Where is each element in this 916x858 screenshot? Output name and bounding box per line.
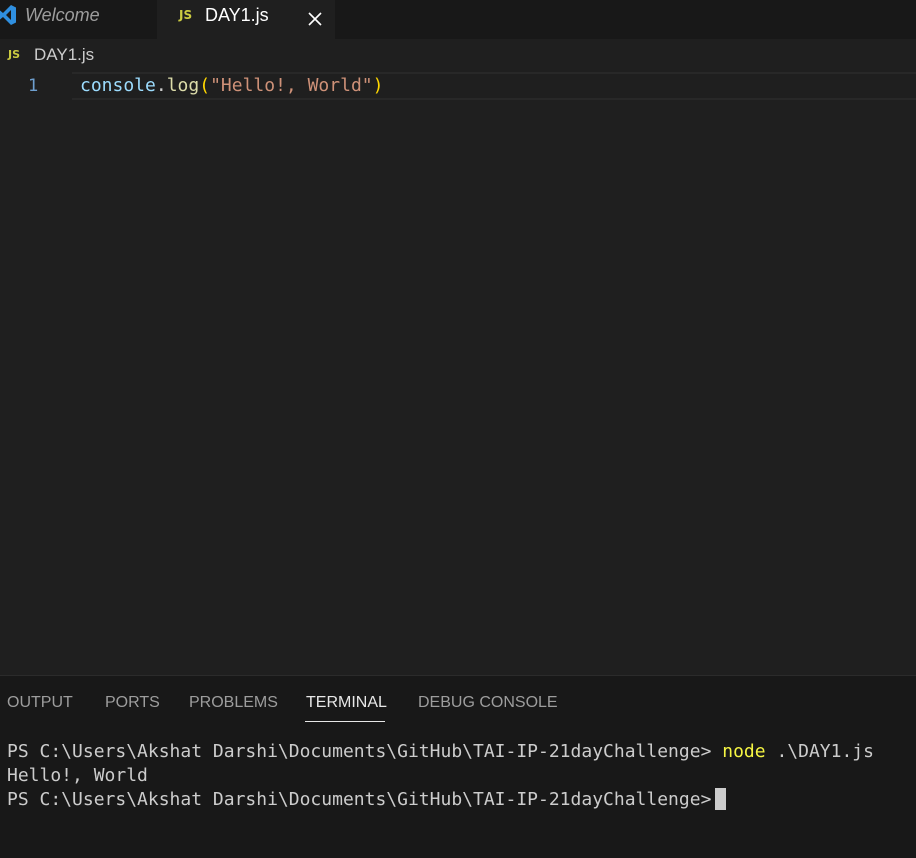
code-editor[interactable]: 1 console.log("Hello!, World") [0, 72, 916, 672]
tab-day1-js[interactable]: JS DAY1.js [157, 0, 335, 39]
tab-ports[interactable]: PORTS [105, 694, 160, 712]
code-token-method: log [166, 75, 200, 96]
terminal-line-3: PS C:\Users\Akshat Darshi\Documents\GitH… [7, 788, 912, 812]
bottom-panel: OUTPUT PORTS PROBLEMS TERMINAL DEBUG CON… [0, 675, 916, 858]
tab-output[interactable]: OUTPUT [7, 694, 73, 712]
code-token-string: "Hello!, World" [210, 75, 373, 96]
breadcrumb-file[interactable]: DAY1.js [34, 45, 94, 65]
close-icon[interactable] [307, 11, 323, 27]
terminal-command-args: .\DAY1.js [765, 741, 874, 762]
code-token-dot: . [155, 75, 167, 96]
editor-tab-bar: Welcome JS DAY1.js [0, 0, 916, 39]
tab-day1-js-label: DAY1.js [205, 5, 269, 25]
terminal-prompt: PS C:\Users\Akshat Darshi\Documents\GitH… [7, 789, 712, 810]
tab-welcome-label: Welcome [25, 5, 100, 25]
tab-debug-console[interactable]: DEBUG CONSOLE [418, 694, 558, 712]
terminal-command: node [722, 741, 766, 762]
terminal-cursor [715, 788, 727, 810]
code-token-close-paren: ) [372, 75, 384, 96]
active-tab-indicator [305, 721, 385, 722]
terminal-line-2: Hello!, World [7, 765, 148, 786]
code-line[interactable]: console.log("Hello!, World") [80, 75, 383, 96]
tab-terminal[interactable]: TERMINAL [306, 694, 387, 712]
vscode-logo-icon [0, 5, 16, 25]
tab-welcome[interactable]: Welcome [0, 0, 157, 39]
code-token-object: console [80, 75, 156, 96]
js-file-icon: JS [179, 8, 193, 22]
code-token-open-paren: ( [199, 75, 211, 96]
terminal-output[interactable]: PS C:\Users\Akshat Darshi\Documents\GitH… [7, 740, 912, 812]
tab-problems[interactable]: PROBLEMS [189, 694, 278, 712]
terminal-line-1: PS C:\Users\Akshat Darshi\Documents\GitH… [7, 740, 912, 764]
line-number: 1 [28, 76, 39, 96]
terminal-prompt: PS C:\Users\Akshat Darshi\Documents\GitH… [7, 741, 723, 762]
js-file-icon: JS [8, 48, 21, 61]
